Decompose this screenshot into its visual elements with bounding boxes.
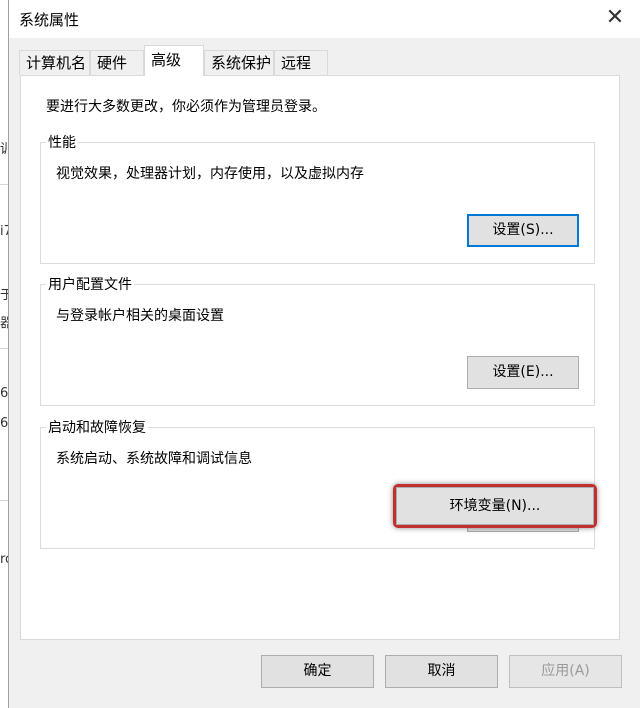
cancel-button[interactable]: 取消 <box>385 655 498 688</box>
tab-computer-name[interactable]: 计算机名 <box>19 50 90 75</box>
user-profiles-settings-button[interactable]: 设置(E)... <box>467 356 579 389</box>
background-text: 于 <box>0 288 8 303</box>
ok-button[interactable]: 确定 <box>261 655 374 688</box>
startup-recovery-legend: 启动和故障恢复 <box>46 417 148 437</box>
performance-group: 性能 视觉效果，处理器计划，内存使用，以及虚拟内存 设置(S)... <box>40 132 595 264</box>
environment-variables-button[interactable]: 环境变量(N)... <box>396 487 594 525</box>
background-text: 6 <box>0 386 8 401</box>
background-text: 器 <box>0 316 8 331</box>
tab-hardware[interactable]: 硬件 <box>90 50 144 75</box>
performance-settings-button[interactable]: 设置(S)... <box>467 214 579 247</box>
title-bar: 系统属性 ✕ <box>9 0 640 38</box>
tab-system-protection[interactable]: 系统保护 <box>204 50 274 75</box>
system-properties-dialog: 系统属性 ✕ 计算机名 硬件 高级 系统保护 远程 要进行大多数更改，你必须作为… <box>8 0 640 708</box>
startup-recovery-description: 系统启动、系统故障和调试信息 <box>56 451 252 467</box>
performance-legend: 性能 <box>46 132 78 152</box>
user-profiles-legend: 用户配置文件 <box>46 274 134 294</box>
user-profiles-description: 与登录帐户相关的桌面设置 <box>56 308 224 324</box>
close-icon[interactable]: ✕ <box>600 6 630 32</box>
apply-button[interactable]: 应用(A) <box>509 655 622 688</box>
tab-remote[interactable]: 远程 <box>274 50 328 75</box>
background-text: 6 <box>0 416 8 431</box>
user-profiles-group: 用户配置文件 与登录帐户相关的桌面设置 设置(E)... <box>40 274 595 406</box>
performance-description: 视觉效果，处理器计划，内存使用，以及虚拟内存 <box>56 166 364 182</box>
background-text: ro <box>0 552 8 567</box>
tab-advanced[interactable]: 高级 <box>144 45 204 76</box>
advanced-tab-panel: 要进行大多数更改，你必须作为管理员登录。 性能 视觉效果，处理器计划，内存使用，… <box>20 75 620 640</box>
background-text: i7 <box>0 224 8 239</box>
window-title: 系统属性 <box>19 11 80 29</box>
background-text: 训 <box>0 142 8 157</box>
admin-notice: 要进行大多数更改，你必须作为管理员登录。 <box>46 99 326 115</box>
